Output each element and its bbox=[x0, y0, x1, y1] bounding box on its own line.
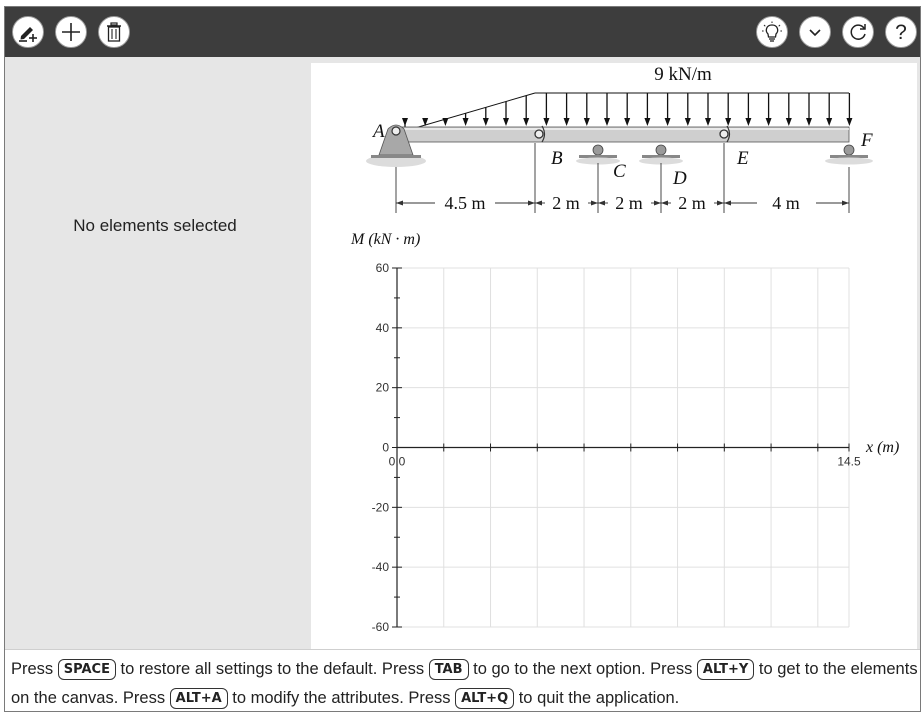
y-axis-label: M (kN · m) bbox=[350, 231, 420, 248]
load-arrowhead bbox=[543, 118, 550, 126]
y-tick-label: 0 bbox=[382, 441, 389, 455]
canvas-board[interactable]: 9 kN/m A B C D E F 4.5 m 2 m 2 m 2 m 4 m… bbox=[311, 63, 917, 649]
point-label-c: C bbox=[613, 161, 626, 182]
pin-a-circle bbox=[391, 126, 401, 136]
canvas-area[interactable]: 9 kN/m A B C D E F 4.5 m 2 m 2 m 2 m 4 m… bbox=[307, 57, 920, 649]
dim-label-ab: 4.5 m bbox=[444, 193, 485, 213]
load-arrowhead bbox=[563, 118, 570, 126]
toolbar: ? bbox=[5, 7, 920, 57]
load-arrowhead bbox=[503, 118, 509, 126]
dimension-arrowhead bbox=[598, 200, 605, 206]
hinge-b bbox=[534, 129, 544, 139]
selection-message: No elements selected bbox=[73, 216, 237, 235]
dimension-arrowhead bbox=[654, 200, 661, 206]
load-arrowhead bbox=[846, 118, 853, 126]
load-arrowhead bbox=[462, 118, 469, 126]
load-label: 9 kN/m bbox=[654, 64, 712, 85]
sidebar: No elements selected bbox=[5, 57, 307, 649]
load-arrowhead bbox=[765, 118, 772, 126]
load-arrowhead bbox=[664, 118, 671, 126]
trash-icon bbox=[107, 22, 121, 42]
key-tab: TAB bbox=[428, 659, 469, 680]
point-label-a: A bbox=[371, 121, 385, 142]
load-arrowhead bbox=[523, 118, 530, 126]
load-arrowhead bbox=[402, 118, 408, 126]
load-arrowhead bbox=[725, 118, 732, 126]
point-label-e: E bbox=[736, 148, 749, 169]
moment-plot[interactable]: 60 40 20 0 -20 -40 -60 0.0 14.5 bbox=[372, 261, 861, 634]
load-arrowhead bbox=[826, 118, 833, 126]
reset-button[interactable] bbox=[842, 16, 874, 48]
load-arrowhead bbox=[442, 118, 449, 126]
roller-c bbox=[592, 144, 604, 156]
dimension-arrowhead bbox=[717, 200, 724, 206]
load-arrowhead bbox=[644, 118, 651, 126]
support-a-base bbox=[371, 155, 421, 158]
question-icon: ? bbox=[895, 21, 907, 43]
load-arrowhead bbox=[745, 118, 752, 126]
dim-label-bc: 2 m bbox=[552, 193, 580, 213]
dim-label-cd: 2 m bbox=[615, 193, 643, 213]
dimension-arrowhead bbox=[528, 200, 535, 206]
help-text: to quit the application. bbox=[514, 689, 680, 707]
lightbulb-icon bbox=[762, 21, 782, 42]
application-window: ? No elements selected 9 kN/m A B C D E … bbox=[4, 6, 921, 712]
delete-button[interactable] bbox=[98, 16, 130, 48]
redo-icon bbox=[850, 24, 866, 40]
y-tick-label: 20 bbox=[376, 381, 390, 395]
expand-button[interactable] bbox=[799, 16, 831, 48]
dimension-arrowhead bbox=[842, 200, 849, 206]
dim-label-de: 2 m bbox=[678, 193, 706, 213]
load-arrowhead bbox=[624, 118, 631, 126]
x-tick-label: 0.0 bbox=[389, 455, 406, 469]
load-arrowhead bbox=[684, 118, 691, 126]
plus-icon bbox=[62, 23, 80, 41]
x-axis-label: x (m) bbox=[865, 439, 899, 456]
roller-d bbox=[655, 144, 667, 156]
edit-pen-button[interactable] bbox=[12, 16, 44, 48]
point-label-d: D bbox=[672, 168, 687, 189]
key-space: SPACE bbox=[57, 659, 116, 680]
load-arrowhead bbox=[604, 118, 610, 126]
load-arrowhead bbox=[583, 118, 590, 126]
help-text: Press bbox=[11, 660, 58, 678]
y-tick-label: -20 bbox=[372, 500, 390, 514]
point-label-f: F bbox=[860, 130, 873, 151]
y-tick-label: 60 bbox=[376, 261, 390, 275]
y-tick-label: -60 bbox=[372, 620, 390, 634]
load-arrowhead bbox=[482, 118, 489, 126]
dimension-arrowhead bbox=[396, 200, 403, 206]
help-text: to modify the attributes. Press bbox=[227, 689, 456, 707]
keyboard-help: Press SPACE to restore all settings to t… bbox=[5, 649, 920, 711]
key-alt-y: ALT+Y bbox=[696, 659, 755, 680]
y-tick-label: -40 bbox=[372, 560, 390, 574]
chevron-down-icon bbox=[809, 29, 821, 37]
load-arrowhead bbox=[806, 118, 812, 126]
dimension-arrowhead bbox=[591, 200, 598, 206]
dimension-arrowhead bbox=[535, 200, 542, 206]
beam-figure: 9 kN/m A B C D E F 4.5 m 2 m 2 m 2 m 4 m bbox=[366, 64, 873, 213]
add-button[interactable] bbox=[55, 16, 87, 48]
hinge-e bbox=[719, 129, 729, 139]
key-alt-a: ALT+A bbox=[169, 688, 228, 709]
load-arrowhead bbox=[705, 118, 711, 126]
dimension-arrowhead bbox=[724, 200, 731, 206]
help-button[interactable]: ? bbox=[885, 16, 917, 48]
help-label: ? bbox=[895, 21, 907, 43]
pen-add-icon bbox=[19, 27, 37, 42]
load-arrowhead bbox=[785, 118, 792, 126]
canvas-svg: 9 kN/m A B C D E F 4.5 m 2 m 2 m 2 m 4 m… bbox=[350, 64, 899, 634]
roller-f bbox=[843, 144, 855, 156]
dimension-arrowhead bbox=[661, 200, 668, 206]
point-label-b: B bbox=[551, 148, 563, 169]
key-alt-q: ALT+Q bbox=[455, 688, 515, 709]
x-tick-label: 14.5 bbox=[837, 455, 861, 469]
hint-button[interactable] bbox=[756, 16, 788, 48]
help-text: to go to the next option. Press bbox=[468, 660, 697, 678]
y-tick-label: 40 bbox=[376, 321, 390, 335]
dim-label-ef: 4 m bbox=[772, 193, 800, 213]
roller-f-shadow bbox=[825, 157, 873, 165]
help-text: to restore all settings to the default. … bbox=[115, 660, 429, 678]
